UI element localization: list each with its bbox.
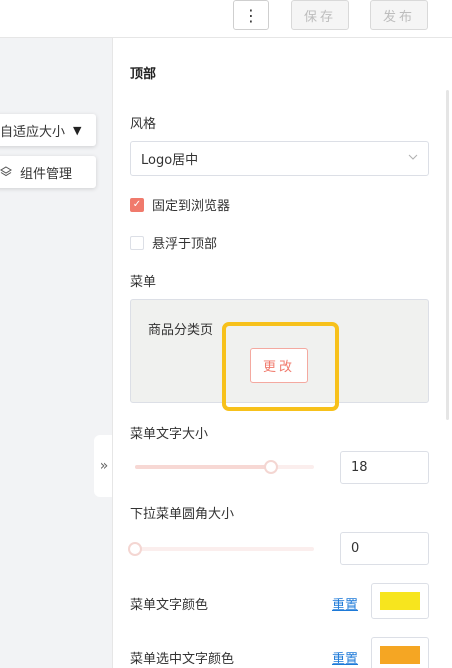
canvas-size-dropdown[interactable]: 自适应大小 ▼ [0,114,96,146]
canvas-size-label: 自适应大小 [0,124,66,140]
selected-text-color-swatch [380,646,420,664]
font-size-label: 菜单文字大小 [130,427,209,442]
publish-button[interactable]: 发布 [370,0,428,30]
component-manager-label: 组件管理 [20,166,73,182]
fixed-to-browser-checkbox[interactable]: ✓ 固定到浏览器 [130,195,230,214]
highlight-box [222,322,339,411]
selected-text-color-reset-link[interactable]: 重置 [332,648,358,667]
slider-fill [135,465,272,469]
panel-scrollbar[interactable] [446,90,449,420]
float-on-top-checkbox[interactable]: 悬浮于顶部 [130,233,217,252]
selected-text-color-label: 菜单选中文字颜色 [130,652,235,667]
checkbox-checked-icon: ✓ [130,197,144,212]
double-chevron-right-icon: » [99,458,109,474]
radius-input[interactable]: 0 [340,532,429,565]
slider-knob[interactable] [264,460,279,474]
style-select[interactable]: Logo居中 [130,141,429,176]
selected-text-color-picker[interactable] [371,637,429,668]
text-color-label: 菜单文字颜色 [130,598,209,613]
save-button[interactable]: 保存 [291,0,349,30]
radius-slider[interactable] [128,542,314,556]
font-size-slider[interactable] [135,460,314,474]
style-label: 风格 [130,117,157,132]
menu-item-name: 商品分类页 [148,323,214,338]
component-manager-button[interactable]: 组件管理 [0,156,96,188]
float-on-top-label: 悬浮于顶部 [152,237,218,252]
top-toolbar: ⋮ 保存 发布 [0,0,452,38]
text-color-picker[interactable] [371,583,429,619]
vertical-dots-icon: ⋮ [243,5,259,25]
layers-icon [0,166,12,178]
font-size-input[interactable]: 18 [340,451,429,484]
chevron-down-icon [408,152,418,165]
caret-down-icon: ▼ [73,123,82,137]
slider-knob[interactable] [128,542,142,556]
text-color-swatch [380,592,420,610]
text-color-reset-link[interactable]: 重置 [332,594,358,613]
menu-label: 菜单 [130,275,157,290]
fixed-to-browser-label: 固定到浏览器 [152,199,231,214]
section-title: 顶部 [130,67,157,82]
style-select-value: Logo居中 [141,153,199,168]
checkbox-unchecked-icon [130,235,144,250]
radius-label: 下拉菜单圆角大小 [130,507,235,522]
more-options-button[interactable]: ⋮ [233,0,269,30]
collapse-panel-handle[interactable]: » [94,435,114,497]
